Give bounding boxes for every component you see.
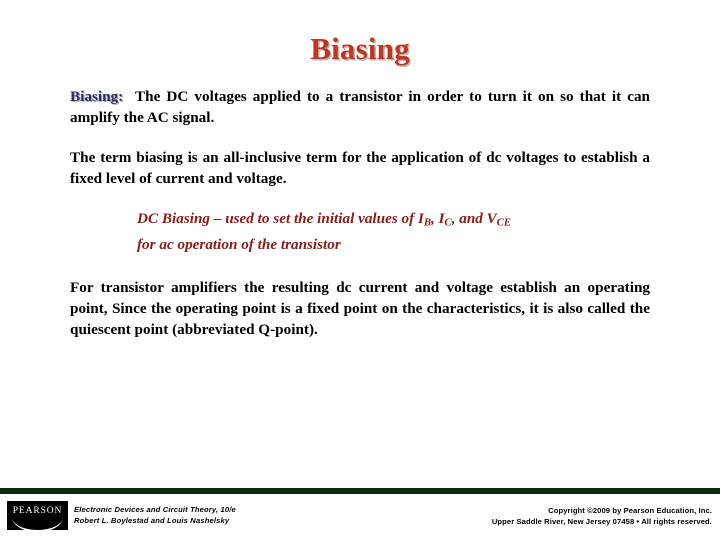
pearson-logo-text: PEARSON xyxy=(12,506,63,516)
copyright-line-1: Copyright ©2009 by Pearson Education, In… xyxy=(548,506,712,515)
book-title: Electronic Devices and Circuit Theory, 1… xyxy=(74,505,236,514)
book-credit: Electronic Devices and Circuit Theory, 1… xyxy=(74,505,236,526)
highlight-line1-prefix: DC Biasing – used to set the initial val… xyxy=(137,210,424,227)
highlight-line2: for ac operation of the transistor xyxy=(137,235,341,253)
definition-label: Biasing: xyxy=(70,88,124,105)
highlight-line1-mid1: , I xyxy=(431,210,445,227)
slide-body: Biasing: The DC voltages applied to a tr… xyxy=(70,86,650,340)
paragraph-term-biasing: The term biasing is an all-inclusive ter… xyxy=(70,149,650,187)
pearson-swoosh-icon xyxy=(12,517,63,530)
highlight-line1-mid2: , and V xyxy=(451,210,497,227)
page-title: Biasing xyxy=(310,31,410,66)
paragraph-operating-point: For transistor amplifiers the resulting … xyxy=(70,278,650,338)
paragraph-definition: Biasing: The DC voltages applied to a tr… xyxy=(70,86,650,128)
definition-spacer xyxy=(123,88,135,105)
subscript-ic: C xyxy=(444,217,452,229)
footer-divider xyxy=(0,488,720,494)
subscript-vce: CE xyxy=(496,217,511,229)
copyright-line-2: Upper Saddle River, New Jersey 07458 • A… xyxy=(491,516,712,526)
highlight-dc-biasing: DC Biasing – used to set the initial val… xyxy=(70,208,650,255)
pearson-logo: PEARSON xyxy=(7,501,68,530)
subscript-ib: B xyxy=(423,217,432,229)
slide-canvas: Biasing Biasing: The DC voltages applied… xyxy=(0,0,720,540)
copyright-notice: Copyright ©2009 by Pearson Education, In… xyxy=(492,506,712,527)
slide-footer: PEARSON Electronic Devices and Circuit T… xyxy=(0,498,720,540)
definition-text: The DC voltages applied to a transistor … xyxy=(70,88,650,126)
book-authors: Robert L. Boylestad and Louis Nashelsky xyxy=(74,515,230,525)
